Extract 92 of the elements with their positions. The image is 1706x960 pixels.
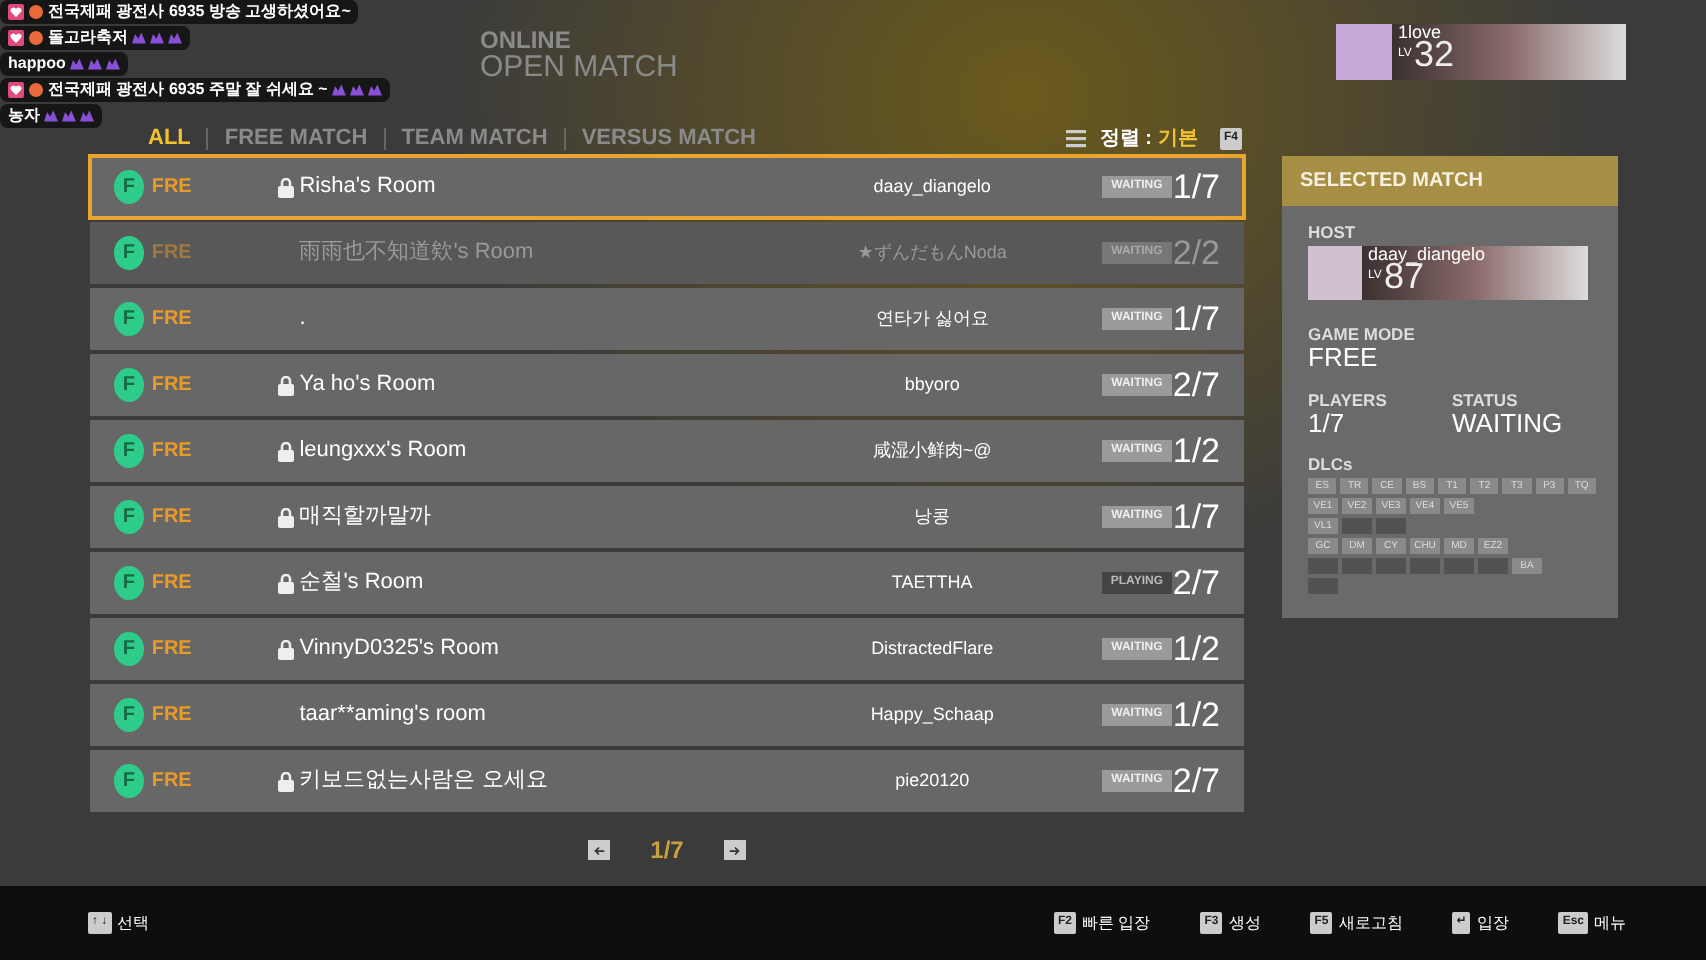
heart-icon	[8, 30, 24, 46]
mode-label: FRE	[151, 702, 194, 730]
mode-badge: F	[114, 566, 144, 600]
screen-title: OPEN MATCH	[480, 52, 678, 85]
chat-text: happoo	[8, 54, 66, 74]
chat-text: 농자	[8, 106, 40, 126]
host-name: pie20120	[893, 767, 972, 794]
heart-icon	[8, 4, 24, 20]
mode-badge: F	[114, 500, 144, 534]
hint-label: 선택	[117, 911, 150, 935]
mode-label: FRE	[151, 438, 194, 466]
mode-label: FRE	[151, 240, 194, 268]
players-value: 1/7	[1308, 409, 1347, 439]
left-arrow-icon	[592, 843, 607, 857]
avatar-placeholder	[1308, 246, 1362, 301]
next-page-button[interactable]	[723, 840, 746, 860]
room-name: 매직할까말까	[299, 502, 432, 533]
hint-label: 입장	[1476, 911, 1509, 935]
player-name: 1love	[1398, 24, 1442, 42]
mode-badge: F	[114, 236, 144, 270]
page-indicator: 1/7	[650, 834, 684, 868]
player-count: 1/7	[1172, 170, 1220, 204]
mode-label: FRE	[151, 768, 194, 796]
hint-label: 생성	[1228, 911, 1261, 935]
hint-label: 새로고침	[1338, 911, 1403, 935]
hint-label: 빠른 입장	[1082, 911, 1151, 935]
heart-icon	[8, 82, 24, 98]
host-name: Happy_Schaap	[868, 701, 996, 728]
room-name: VinnyD0325's Room	[299, 634, 499, 665]
game-mode-value: FREE	[1308, 344, 1380, 374]
tab[interactable]: TEAM MATCH	[383, 127, 564, 149]
mode-badge: F	[114, 368, 144, 402]
chat-text: 전국제패 광전사 6935 주말 잘 쉬세요 ~	[48, 80, 328, 100]
status-value: WAITING	[1452, 409, 1563, 439]
player-count: 1/2	[1172, 632, 1220, 666]
avatar-placeholder	[1336, 24, 1392, 80]
menu-icon	[1065, 129, 1086, 147]
hint-label: 메뉴	[1594, 911, 1626, 935]
room-name: leungxxx's Room	[299, 436, 467, 467]
panel-title: SELECTED MATCH	[1282, 156, 1618, 206]
host-name: bbyoro	[902, 371, 962, 398]
status-label: STATUS	[1452, 389, 1520, 410]
mode-badge: F	[114, 434, 144, 468]
mode-label: FRE	[151, 636, 194, 664]
player-count: 1/7	[1172, 500, 1220, 534]
mode-badge: F	[114, 170, 144, 204]
game-mode-label: GAME MODE	[1308, 324, 1417, 345]
room-name: 순철's Room	[299, 568, 424, 599]
mode-badge: F	[114, 632, 144, 666]
player-count: 2/7	[1172, 566, 1220, 600]
mode-label: FRE	[151, 570, 194, 598]
dlcs-label: DLCs	[1308, 454, 1355, 475]
player-count: 1/2	[1172, 698, 1220, 732]
player-count: 1/7	[1172, 302, 1220, 336]
player-level: 32	[1414, 36, 1455, 72]
mode-badge: F	[114, 302, 144, 336]
host-name: daay_diangelo	[871, 173, 993, 200]
player-count: 2/7	[1172, 368, 1220, 402]
mode-label: FRE	[151, 306, 194, 334]
mode-label: FRE	[151, 504, 194, 532]
previous-page-button[interactable]	[588, 840, 611, 860]
section-label: ONLINE	[480, 28, 571, 52]
host-name: ★ずんだもんNoda	[855, 239, 1009, 266]
host-name: 낭콩	[912, 503, 953, 530]
chat-text: 전국제패 광전사 6935 방송 고생하셨어요~	[48, 2, 351, 22]
room-name: 키보드없는사람은 오세요	[299, 766, 548, 797]
tab[interactable]: FREE MATCH	[206, 127, 384, 149]
mode-badge: F	[114, 764, 144, 798]
player-count: 2/2	[1172, 236, 1220, 270]
chat-text: 돌고라축저	[48, 28, 128, 48]
mode-label: FRE	[151, 372, 194, 400]
players-label: PLAYERS	[1308, 389, 1389, 410]
host-label: HOST	[1308, 222, 1358, 243]
host-name: 咸湿小鲜肉~@	[870, 437, 994, 464]
mode-badge: F	[114, 698, 144, 732]
right-arrow-icon	[727, 843, 742, 857]
player-count: 1/2	[1172, 434, 1220, 468]
room-name: Ya ho's Room	[299, 370, 436, 401]
sort-value[interactable]: 기본	[1157, 123, 1198, 153]
tab[interactable]: ALL	[148, 127, 207, 149]
host-name: TAETTHA	[889, 569, 975, 596]
host-name: daay_diangelo	[1368, 246, 1486, 265]
sort-label: 정렬 :	[1099, 125, 1152, 153]
player-count: 2/7	[1172, 764, 1220, 798]
host-name: DistractedFlare	[869, 635, 996, 662]
badge-icon	[28, 82, 44, 98]
room-name: 雨雨也不知道欸's Room	[299, 238, 534, 269]
room-name: taar**aming's room	[299, 700, 486, 731]
room-name: .	[299, 304, 306, 335]
room-name: Risha's Room	[299, 172, 436, 203]
host-name: 연타가 싫어요	[873, 305, 991, 332]
mode-label: FRE	[151, 174, 194, 202]
